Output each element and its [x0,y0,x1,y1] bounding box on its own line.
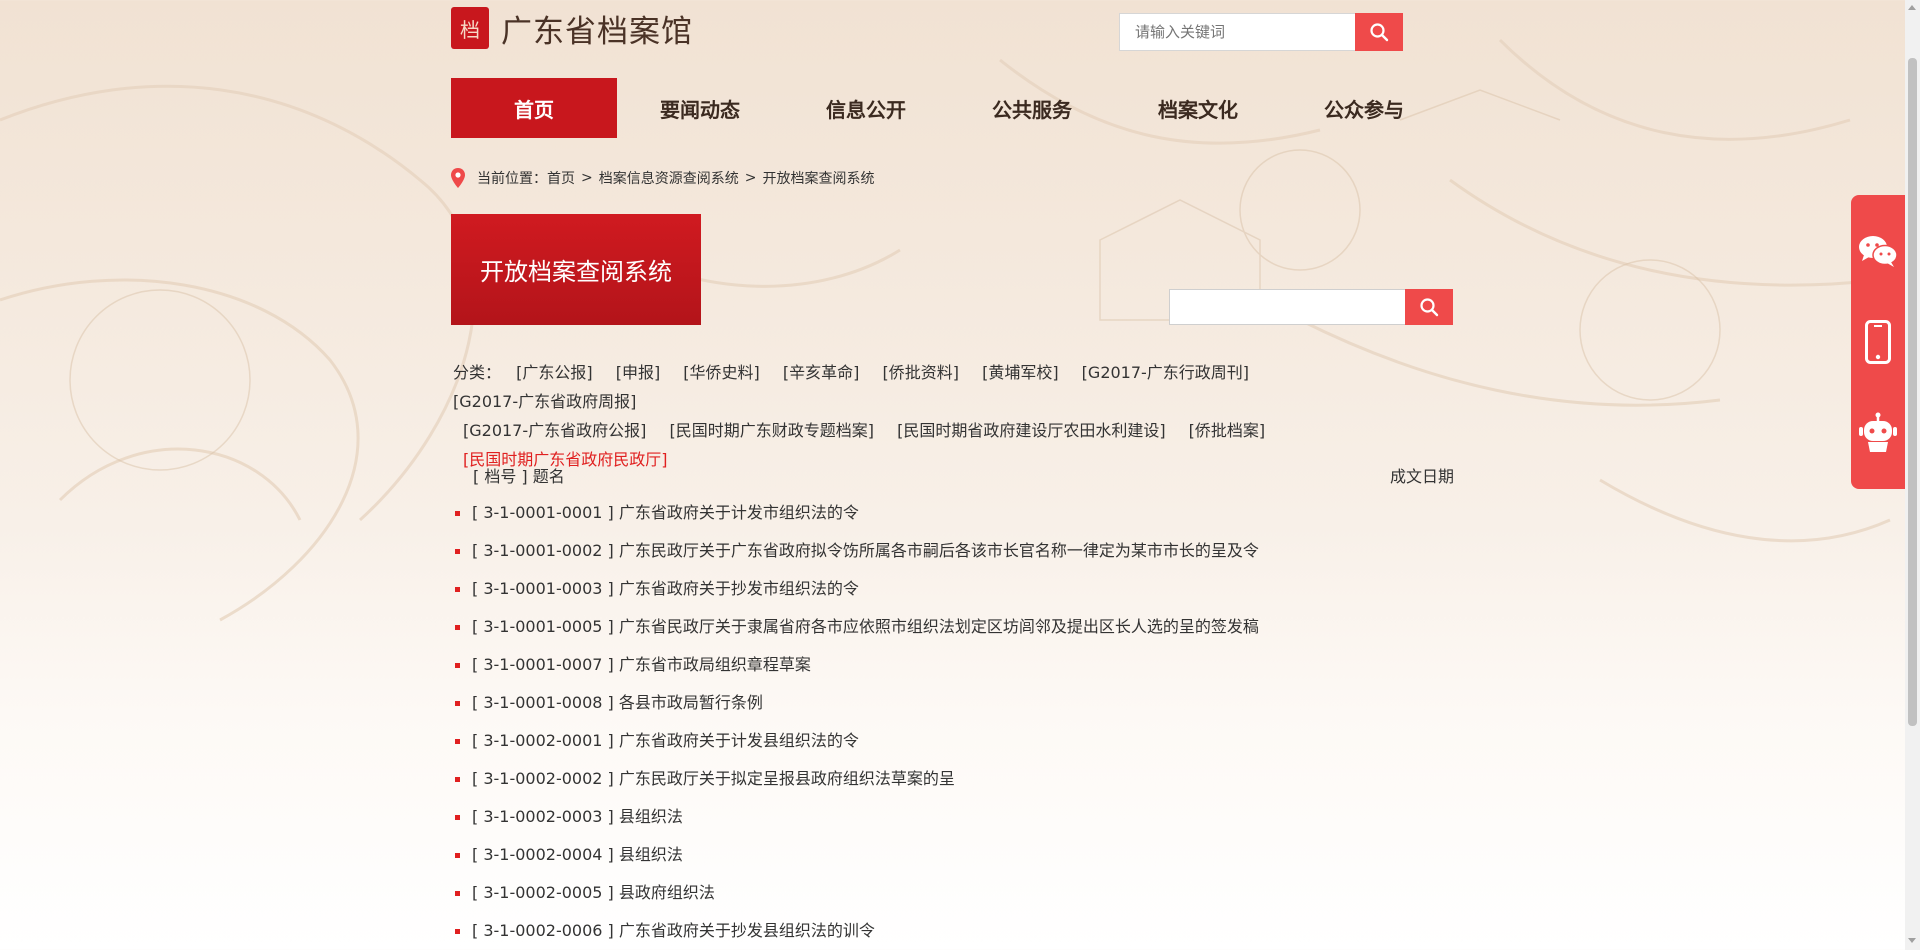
list-item: [ 3-1-0001-0005 ] 广东省民政厅关于隶属省府各市应依照市组织法划… [451,612,1454,650]
record-link[interactable]: [ 3-1-0001-0007 ] 广东省市政局组织章程草案 [472,650,811,680]
category-row: 分类： [广东公报] [申报] [华侨史料] [辛亥革命] [侨批资料] [黄埔… [453,358,1453,416]
breadcrumb: 当前位置： 首页 > 档案信息资源查阅系统 > 开放档案查阅系统 [451,166,874,190]
scroll-thumb[interactable] [1908,58,1917,726]
nav-info-disclosure[interactable]: 信息公开 [783,78,949,138]
list-item: [ 3-1-0001-0001 ] 广东省政府关于计发市组织法的令 [451,498,1454,536]
list-item: [ 3-1-0001-0002 ] 广东民政厅关于广东省政府拟令饬所属各市嗣后各… [451,536,1454,574]
nav-public-service[interactable]: 公共服务 [949,78,1115,138]
nav-archive-culture[interactable]: 档案文化 [1115,78,1281,138]
site-logo[interactable]: 档 广东省档案馆 [451,6,693,50]
breadcrumb-resource-system[interactable]: 档案信息资源查阅系统 [599,168,739,188]
archive-search-input[interactable] [1169,289,1405,325]
bullet-icon [455,891,460,896]
bullet-icon [455,511,460,516]
record-list: [ 3-1-0001-0001 ] 广东省政府关于计发市组织法的令 [ 3-1-… [451,498,1454,950]
category-link[interactable]: [辛亥革命] [783,358,860,387]
record-link[interactable]: [ 3-1-0001-0003 ] 广东省政府关于抄发市组织法的令 [472,574,859,604]
record-link[interactable]: [ 3-1-0001-0005 ] 广东省民政厅关于隶属省府各市应依照市组织法划… [472,612,1259,642]
category-link[interactable]: [民国时期广东财政专题档案] [669,416,874,445]
category-link[interactable]: [申报] [616,358,661,387]
breadcrumb-home[interactable]: 首页 [547,168,575,188]
list-item: [ 3-1-0001-0008 ] 各县市政局暂行条例 [451,688,1454,726]
list-item: [ 3-1-0002-0003 ] 县组织法 [451,802,1454,840]
bullet-icon [455,587,460,592]
robot-icon [1859,412,1897,453]
record-link[interactable]: [ 3-1-0002-0002 ] 广东民政厅关于拟定呈报县政府组织法草案的呈 [472,764,955,794]
category-link[interactable]: [黄埔军校] [982,358,1059,387]
nav-public-participation[interactable]: 公众参与 [1281,78,1447,138]
header-search-button[interactable] [1355,13,1403,51]
breadcrumb-current[interactable]: 开放档案查阅系统 [762,168,874,188]
category-link[interactable]: [G2017-广东省政府公报] [463,416,646,445]
record-link[interactable]: [ 3-1-0001-0008 ] 各县市政局暂行条例 [472,688,763,718]
category-link[interactable]: [G2017-广东省政府周报] [453,387,636,416]
category-link[interactable]: [G2017-广东行政周刊] [1082,358,1249,387]
bullet-icon [455,625,460,630]
main-container: 档 广东省档案馆 首页 要闻动态 信息公开 公共服务 档案文化 公众参与 当前位… [451,0,1454,950]
bullet-icon [455,549,460,554]
list-item: [ 3-1-0002-0006 ] 广东省政府关于抄发县组织法的训令 [451,916,1454,950]
mobile-icon [1865,319,1891,364]
bullet-icon [455,777,460,782]
wechat-icon [1859,235,1898,267]
list-header: [ 档号 ] 题名 成文日期 [473,463,1454,489]
search-icon [1420,298,1439,317]
list-header-date: 成文日期 [1389,467,1454,486]
breadcrumb-separator: > [744,170,757,186]
scroll-up-icon[interactable] [1908,5,1916,10]
list-item: [ 3-1-0002-0001 ] 广东省政府关于计发县组织法的令 [451,726,1454,764]
page-scrollbar[interactable] [1905,0,1920,950]
archive-search-button[interactable] [1405,289,1453,325]
header-search [1119,13,1404,51]
list-item: [ 3-1-0002-0002 ] 广东民政厅关于拟定呈报县政府组织法草案的呈 [451,764,1454,802]
header-search-input[interactable] [1119,13,1355,51]
category-row: [G2017-广东省政府公报] [民国时期广东财政专题档案] [民国时期省政府建… [453,416,1453,445]
category-filter: 分类： [广东公报] [申报] [华侨史料] [辛亥革命] [侨批资料] [黄埔… [453,358,1453,474]
bullet-icon [455,929,460,934]
site-name: 广东省档案馆 [501,13,693,50]
record-link[interactable]: [ 3-1-0002-0006 ] 广东省政府关于抄发县组织法的训令 [472,916,875,946]
record-link[interactable]: [ 3-1-0002-0001 ] 广东省政府关于计发县组织法的令 [472,726,859,756]
category-link[interactable]: [民国时期省政府建设厅农田水利建设] [897,416,1166,445]
logo-seal-icon: 档 [451,7,489,49]
record-link[interactable]: [ 3-1-0002-0004 ] 县组织法 [472,840,683,870]
record-link[interactable]: [ 3-1-0001-0001 ] 广东省政府关于计发市组织法的令 [472,498,859,528]
search-icon [1370,23,1389,42]
bullet-icon [455,663,460,668]
bullet-icon [455,739,460,744]
side-float-bar [1851,195,1905,489]
page-title: 开放档案查阅系统 [451,214,701,325]
main-nav: 首页 要闻动态 信息公开 公共服务 档案文化 公众参与 [451,78,1454,138]
category-link[interactable]: [侨批档案] [1189,416,1266,445]
breadcrumb-separator: > [581,170,593,186]
breadcrumb-prefix: 当前位置： [477,171,547,187]
record-link[interactable]: [ 3-1-0002-0005 ] 县政府组织法 [472,878,715,908]
mobile-button[interactable] [1855,312,1901,372]
seal-text: 档 [460,17,480,42]
bullet-icon [455,701,460,706]
record-link[interactable]: [ 3-1-0002-0003 ] 县组织法 [472,802,683,832]
list-item: [ 3-1-0002-0005 ] 县政府组织法 [451,878,1454,916]
robot-button[interactable] [1855,403,1901,463]
bullet-icon [455,815,460,820]
nav-news[interactable]: 要闻动态 [617,78,783,138]
location-pin-icon [451,168,465,188]
list-item: [ 3-1-0001-0007 ] 广东省市政局组织章程草案 [451,650,1454,688]
wechat-button[interactable] [1855,221,1901,281]
list-header-title: [ 档号 ] 题名 [473,467,565,486]
archive-search [1169,289,1454,325]
category-label: 分类： [453,363,502,382]
category-link[interactable]: [华侨史料] [683,358,760,387]
record-link[interactable]: [ 3-1-0001-0002 ] 广东民政厅关于广东省政府拟令饬所属各市嗣后各… [472,536,1259,566]
scroll-down-icon[interactable] [1908,938,1916,943]
category-link[interactable]: [侨批资料] [882,358,959,387]
bullet-icon [455,853,460,858]
nav-home[interactable]: 首页 [451,78,617,138]
list-item: [ 3-1-0002-0004 ] 县组织法 [451,840,1454,878]
category-link[interactable]: [广东公报] [516,358,593,387]
list-item: [ 3-1-0001-0003 ] 广东省政府关于抄发市组织法的令 [451,574,1454,612]
